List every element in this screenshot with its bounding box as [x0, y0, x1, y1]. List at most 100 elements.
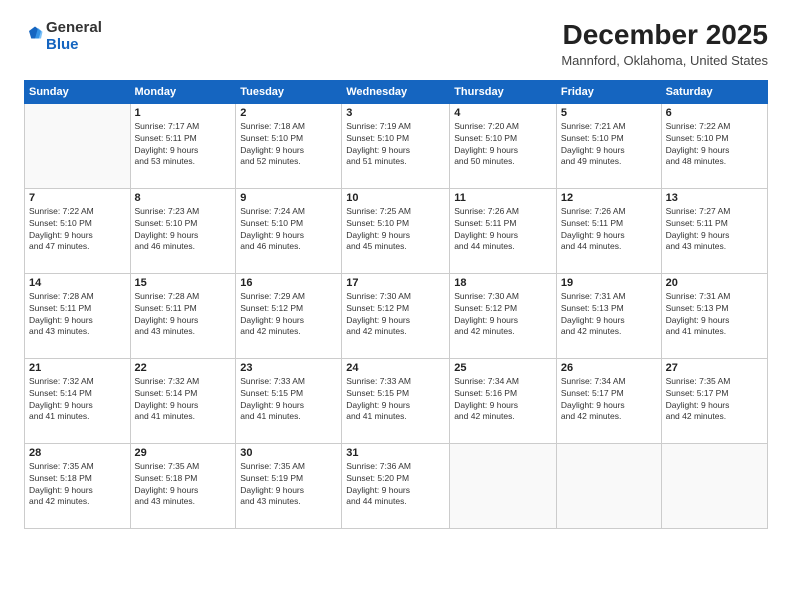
day-number: 10 — [346, 192, 445, 204]
day-info: Sunrise: 7:35 AMSunset: 5:18 PMDaylight:… — [135, 461, 232, 509]
calendar-table: Sunday Monday Tuesday Wednesday Thursday… — [24, 80, 768, 529]
day-info: Sunrise: 7:20 AMSunset: 5:10 PMDaylight:… — [454, 121, 552, 169]
calendar-body: 1 Sunrise: 7:17 AMSunset: 5:11 PMDaylight… — [25, 103, 768, 528]
day-number: 12 — [561, 192, 657, 204]
day-number: 8 — [135, 192, 232, 204]
calendar-cell: 25 Sunrise: 7:34 AMSunset: 5:16 PMDayligh… — [450, 358, 557, 443]
day-info: Sunrise: 7:32 AMSunset: 5:14 PMDaylight:… — [29, 376, 126, 424]
calendar-cell: 24Sunrise: 7:33 AMSunset: 5:15 PMDayligh… — [342, 358, 450, 443]
title-block: December 2025 Mannford, Oklahoma, United… — [561, 20, 768, 68]
day-number: 6 — [666, 107, 763, 119]
day-number: 14 — [29, 277, 126, 289]
calendar-header: Sunday Monday Tuesday Wednesday Thursday… — [25, 80, 768, 103]
day-number: 20 — [666, 277, 763, 289]
calendar-cell: 9 Sunrise: 7:24 AMSunset: 5:10 PMDaylight… — [236, 188, 342, 273]
col-sunday: Sunday — [25, 80, 131, 103]
calendar-cell: 31 Sunrise: 7:36 AMSunset: 5:20 PMDayligh… — [342, 443, 450, 528]
calendar-cell: 14Sunrise: 7:28 AMSunset: 5:11 PMDayligh… — [25, 273, 131, 358]
calendar-cell: 17 Sunrise: 7:30 AMSunset: 5:12 PMDayligh… — [342, 273, 450, 358]
day-number: 17 — [346, 277, 445, 289]
day-info: Sunrise: 7:23 AMSunset: 5:10 PMDaylight:… — [135, 206, 232, 254]
day-number: 25 — [454, 362, 552, 374]
day-info: Sunrise: 7:36 AMSunset: 5:20 PMDaylight:… — [346, 461, 445, 509]
calendar-cell: 26 Sunrise: 7:34 AMSunset: 5:17 PMDayligh… — [556, 358, 661, 443]
col-saturday: Saturday — [661, 80, 767, 103]
day-info: Sunrise: 7:27 AMSunset: 5:11 PMDaylight:… — [666, 206, 763, 254]
calendar-cell: 11 Sunrise: 7:26 AMSunset: 5:11 PMDayligh… — [450, 188, 557, 273]
calendar-cell: 27Sunrise: 7:35 AMSunset: 5:17 PMDayligh… — [661, 358, 767, 443]
day-number: 26 — [561, 362, 657, 374]
day-number: 29 — [135, 447, 232, 459]
calendar-cell: 20 Sunrise: 7:31 AMSunset: 5:13 PMDayligh… — [661, 273, 767, 358]
calendar-cell: 15Sunrise: 7:28 AMSunset: 5:11 PMDayligh… — [130, 273, 236, 358]
calendar-cell: 19 Sunrise: 7:31 AMSunset: 5:13 PMDayligh… — [556, 273, 661, 358]
day-number: 19 — [561, 277, 657, 289]
day-info: Sunrise: 7:25 AMSunset: 5:10 PMDaylight:… — [346, 206, 445, 254]
calendar-cell: 13 Sunrise: 7:27 AMSunset: 5:11 PMDayligh… — [661, 188, 767, 273]
calendar-cell: 10 Sunrise: 7:25 AMSunset: 5:10 PMDayligh… — [342, 188, 450, 273]
location: Mannford, Oklahoma, United States — [561, 53, 768, 68]
logo: General Blue — [24, 20, 102, 53]
day-number: 7 — [29, 192, 126, 204]
calendar-cell: 23Sunrise: 7:33 AMSunset: 5:15 PMDayligh… — [236, 358, 342, 443]
header: General Blue December 2025 Mannford, Okl… — [24, 20, 768, 68]
day-number: 3 — [346, 107, 445, 119]
logo-text: General Blue — [46, 20, 102, 53]
calendar-week-row: 1 Sunrise: 7:17 AMSunset: 5:11 PMDaylight… — [25, 103, 768, 188]
day-info: Sunrise: 7:30 AMSunset: 5:12 PMDaylight:… — [346, 291, 445, 339]
day-info: Sunrise: 7:30 AMSunset: 5:12 PMDaylight:… — [454, 291, 552, 339]
day-info: Sunrise: 7:21 AMSunset: 5:10 PMDaylight:… — [561, 121, 657, 169]
day-number: 13 — [666, 192, 763, 204]
day-number: 5 — [561, 107, 657, 119]
day-info: Sunrise: 7:18 AMSunset: 5:10 PMDaylight:… — [240, 121, 337, 169]
day-number: 11 — [454, 192, 552, 204]
day-info: Sunrise: 7:29 AMSunset: 5:12 PMDaylight:… — [240, 291, 337, 339]
day-info: Sunrise: 7:33 AMSunset: 5:15 PMDaylight:… — [346, 376, 445, 424]
calendar-cell — [450, 443, 557, 528]
col-wednesday: Wednesday — [342, 80, 450, 103]
calendar-cell: 16 Sunrise: 7:29 AMSunset: 5:12 PMDayligh… — [236, 273, 342, 358]
day-info: Sunrise: 7:24 AMSunset: 5:10 PMDaylight:… — [240, 206, 337, 254]
day-number: 21 — [29, 362, 126, 374]
day-info: Sunrise: 7:35 AMSunset: 5:19 PMDaylight:… — [240, 461, 337, 509]
calendar-cell: 1 Sunrise: 7:17 AMSunset: 5:11 PMDaylight… — [130, 103, 236, 188]
calendar-cell: 29 Sunrise: 7:35 AMSunset: 5:18 PMDayligh… — [130, 443, 236, 528]
day-info: Sunrise: 7:22 AMSunset: 5:10 PMDaylight:… — [29, 206, 126, 254]
logo-icon — [26, 25, 44, 43]
calendar-cell: 2 Sunrise: 7:18 AMSunset: 5:10 PMDaylight… — [236, 103, 342, 188]
calendar-cell: 18 Sunrise: 7:30 AMSunset: 5:12 PMDayligh… — [450, 273, 557, 358]
col-tuesday: Tuesday — [236, 80, 342, 103]
calendar-week-row: 21 Sunrise: 7:32 AMSunset: 5:14 PMDayligh… — [25, 358, 768, 443]
day-number: 9 — [240, 192, 337, 204]
calendar-cell: 8 Sunrise: 7:23 AMSunset: 5:10 PMDaylight… — [130, 188, 236, 273]
logo-blue: Blue — [46, 36, 79, 53]
day-number: 28 — [29, 447, 126, 459]
day-info: Sunrise: 7:31 AMSunset: 5:13 PMDaylight:… — [666, 291, 763, 339]
day-number: 18 — [454, 277, 552, 289]
day-number: 16 — [240, 277, 337, 289]
day-info: Sunrise: 7:34 AMSunset: 5:17 PMDaylight:… — [561, 376, 657, 424]
day-number: 1 — [135, 107, 232, 119]
day-info: Sunrise: 7:34 AMSunset: 5:16 PMDaylight:… — [454, 376, 552, 424]
month-title: December 2025 — [561, 20, 768, 51]
day-number: 31 — [346, 447, 445, 459]
calendar-cell — [661, 443, 767, 528]
col-thursday: Thursday — [450, 80, 557, 103]
day-number: 30 — [240, 447, 337, 459]
calendar-cell: 28 Sunrise: 7:35 AMSunset: 5:18 PMDayligh… — [25, 443, 131, 528]
calendar-cell — [556, 443, 661, 528]
day-info: Sunrise: 7:35 AMSunset: 5:18 PMDaylight:… — [29, 461, 126, 509]
calendar-cell: 21 Sunrise: 7:32 AMSunset: 5:14 PMDayligh… — [25, 358, 131, 443]
day-number: 2 — [240, 107, 337, 119]
day-info: Sunrise: 7:31 AMSunset: 5:13 PMDaylight:… — [561, 291, 657, 339]
calendar-week-row: 7 Sunrise: 7:22 AMSunset: 5:10 PMDaylight… — [25, 188, 768, 273]
calendar-cell: 4Sunrise: 7:20 AMSunset: 5:10 PMDaylight… — [450, 103, 557, 188]
day-info: Sunrise: 7:26 AMSunset: 5:11 PMDaylight:… — [561, 206, 657, 254]
calendar-cell: 12 Sunrise: 7:26 AMSunset: 5:11 PMDayligh… — [556, 188, 661, 273]
calendar-cell: 5 Sunrise: 7:21 AMSunset: 5:10 PMDaylight… — [556, 103, 661, 188]
day-info: Sunrise: 7:28 AMSunset: 5:11 PMDaylight:… — [135, 291, 232, 339]
calendar-cell: 7 Sunrise: 7:22 AMSunset: 5:10 PMDaylight… — [25, 188, 131, 273]
day-info: Sunrise: 7:26 AMSunset: 5:11 PMDaylight:… — [454, 206, 552, 254]
day-info: Sunrise: 7:17 AMSunset: 5:11 PMDaylight:… — [135, 121, 232, 169]
calendar-cell: 22Sunrise: 7:32 AMSunset: 5:14 PMDayligh… — [130, 358, 236, 443]
